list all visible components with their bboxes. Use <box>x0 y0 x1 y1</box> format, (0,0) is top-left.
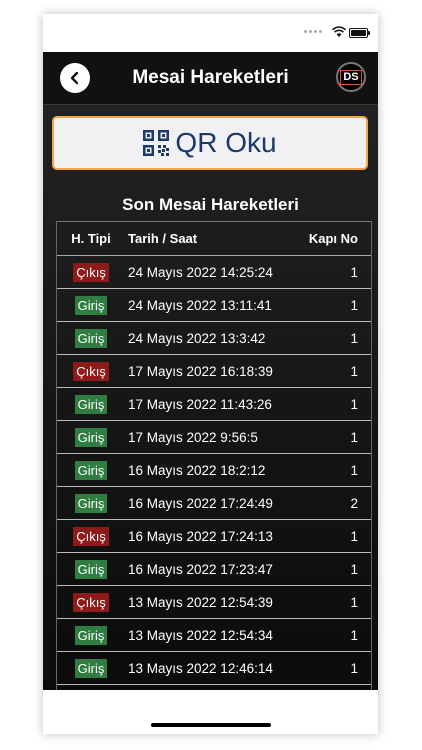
type-badge: Giriş <box>74 625 108 645</box>
table-row: Çıkış 16 Mayıs 2022 17:24:13 1 <box>57 520 371 553</box>
logo[interactable]: DS <box>336 62 366 92</box>
column-header-datetime: Tarih / Saat <box>128 231 198 246</box>
table-row: Giriş 16 Mayıs 2022 17:23:47 1 <box>57 553 371 586</box>
page-title: Mesai Hareketleri <box>132 67 289 88</box>
door-cell: 1 <box>350 528 358 544</box>
type-cell: Giriş <box>57 553 125 585</box>
table-row: Giriş 16 Mayıs 2022 18:2:12 1 <box>57 454 371 487</box>
type-badge: Giriş <box>74 493 108 513</box>
datetime-cell: 16 Mayıs 2022 17:24:49 <box>128 495 273 511</box>
type-cell: Giriş <box>57 487 125 519</box>
type-badge: Giriş <box>74 559 108 579</box>
type-badge: Giriş <box>74 394 108 414</box>
table-row: Giriş 24 Mayıs 2022 13:3:42 1 <box>57 322 371 355</box>
type-cell: Çıkış <box>57 520 125 552</box>
datetime-cell: 13 Mayıs 2022 12:54:39 <box>128 594 273 610</box>
datetime-cell: 16 Mayıs 2022 17:23:47 <box>128 561 273 577</box>
qr-button-label: QR Oku <box>175 127 277 158</box>
table-row: Çıkış 17 Mayıs 2022 16:18:39 1 <box>57 355 371 388</box>
type-cell: Giriş <box>57 454 125 486</box>
door-cell: 1 <box>350 330 358 346</box>
datetime-cell: 16 Mayıs 2022 17:24:13 <box>128 528 273 544</box>
table-body: Çıkış 24 Mayıs 2022 14:25:24 1 Giriş 24 Mayı… <box>57 256 371 690</box>
door-cell: 1 <box>350 462 358 478</box>
table-header: H. Tipi Tarih / Saat Kapı No <box>57 221 371 256</box>
type-badge: Giriş <box>74 295 108 315</box>
type-badge: Çıkış <box>73 592 109 612</box>
datetime-cell: 17 Mayıs 2022 16:18:39 <box>128 363 273 379</box>
bottom-bar <box>43 690 378 734</box>
type-badge: Giriş <box>74 658 108 678</box>
type-badge: Çıkış <box>73 262 109 282</box>
qr-code-icon <box>143 130 170 156</box>
type-cell: Çıkış <box>57 586 125 618</box>
type-badge: Giriş <box>74 328 108 348</box>
table-row: Giriş 16 Mayıs 2022 17:24:49 2 <box>57 487 371 520</box>
type-cell: Giriş <box>57 619 125 651</box>
door-cell: 1 <box>350 264 358 280</box>
datetime-cell: 17 Mayıs 2022 9:56:5 <box>128 429 258 445</box>
type-badge: Giriş <box>74 460 108 480</box>
signal-dots-icon <box>304 30 322 33</box>
door-cell: 1 <box>350 363 358 379</box>
datetime-cell: 24 Mayıs 2022 14:25:24 <box>128 264 273 280</box>
wifi-icon <box>332 26 346 37</box>
datetime-cell: 17 Mayıs 2022 11:43:26 <box>128 396 272 412</box>
table-row: Giriş 17 Mayıs 2022 11:43:26 1 <box>57 388 371 421</box>
door-cell: 1 <box>350 561 358 577</box>
type-badge: Çıkış <box>73 526 109 546</box>
door-cell: 2 <box>350 495 358 511</box>
table-row: Giriş 24 Mayıs 2022 13:11:41 1 <box>57 289 371 322</box>
table-row: Giriş 13 Mayıs 2022 12:54:34 1 <box>57 619 371 652</box>
door-cell: 1 <box>350 396 358 412</box>
type-cell: Çıkış <box>57 256 125 288</box>
type-badge: Giriş <box>74 427 108 447</box>
door-cell: 1 <box>350 297 358 313</box>
nav-bar: Mesai Hareketleri DS <box>43 52 378 105</box>
type-badge: Çıkış <box>73 361 109 381</box>
qr-scan-button[interactable]: QR Oku <box>52 116 368 170</box>
datetime-cell: 16 Mayıs 2022 18:2:12 <box>128 462 266 478</box>
datetime-cell: 24 Mayıs 2022 13:3:42 <box>128 330 266 346</box>
logo-text: DS <box>340 69 362 85</box>
datetime-cell: 24 Mayıs 2022 13:11:41 <box>128 297 272 313</box>
type-cell: Giriş <box>57 652 125 684</box>
type-cell: Giriş <box>57 388 125 420</box>
door-cell: 1 <box>350 429 358 445</box>
phone-screen: Mesai Hareketleri DS QR Oku Son Mesai Ha… <box>43 14 378 734</box>
main-content: QR Oku Son Mesai Hareketleri H. Tipi Tar… <box>43 105 378 690</box>
door-cell: 1 <box>350 627 358 643</box>
type-cell: Çıkış <box>57 355 125 387</box>
type-cell: Giriş <box>57 289 125 321</box>
datetime-cell: 13 Mayıs 2022 12:46:14 <box>128 660 273 676</box>
type-cell: Giriş <box>57 421 125 453</box>
status-bar <box>43 14 378 52</box>
section-title: Son Mesai Hareketleri <box>122 195 299 214</box>
table-row: Çıkış 24 Mayıs 2022 14:25:24 1 <box>57 256 371 289</box>
home-indicator[interactable] <box>151 723 271 727</box>
movements-table: H. Tipi Tarih / Saat Kapı No Çıkış 24 May… <box>56 221 372 690</box>
column-header-door: Kapı No <box>308 231 358 246</box>
column-header-type: H. Tipi <box>71 231 111 246</box>
table-row: Giriş 13 Mayıs 2022 12:46:14 1 <box>57 652 371 685</box>
table-row: Çıkış 13 Mayıs 2022 12:54:39 1 <box>57 586 371 619</box>
datetime-cell: 13 Mayıs 2022 12:54:34 <box>128 627 273 643</box>
type-cell: Giriş <box>57 322 125 354</box>
door-cell: 1 <box>350 594 358 610</box>
door-cell: 1 <box>350 660 358 676</box>
table-row: Giriş 17 Mayıs 2022 9:56:5 1 <box>57 421 371 454</box>
battery-icon <box>349 28 370 38</box>
